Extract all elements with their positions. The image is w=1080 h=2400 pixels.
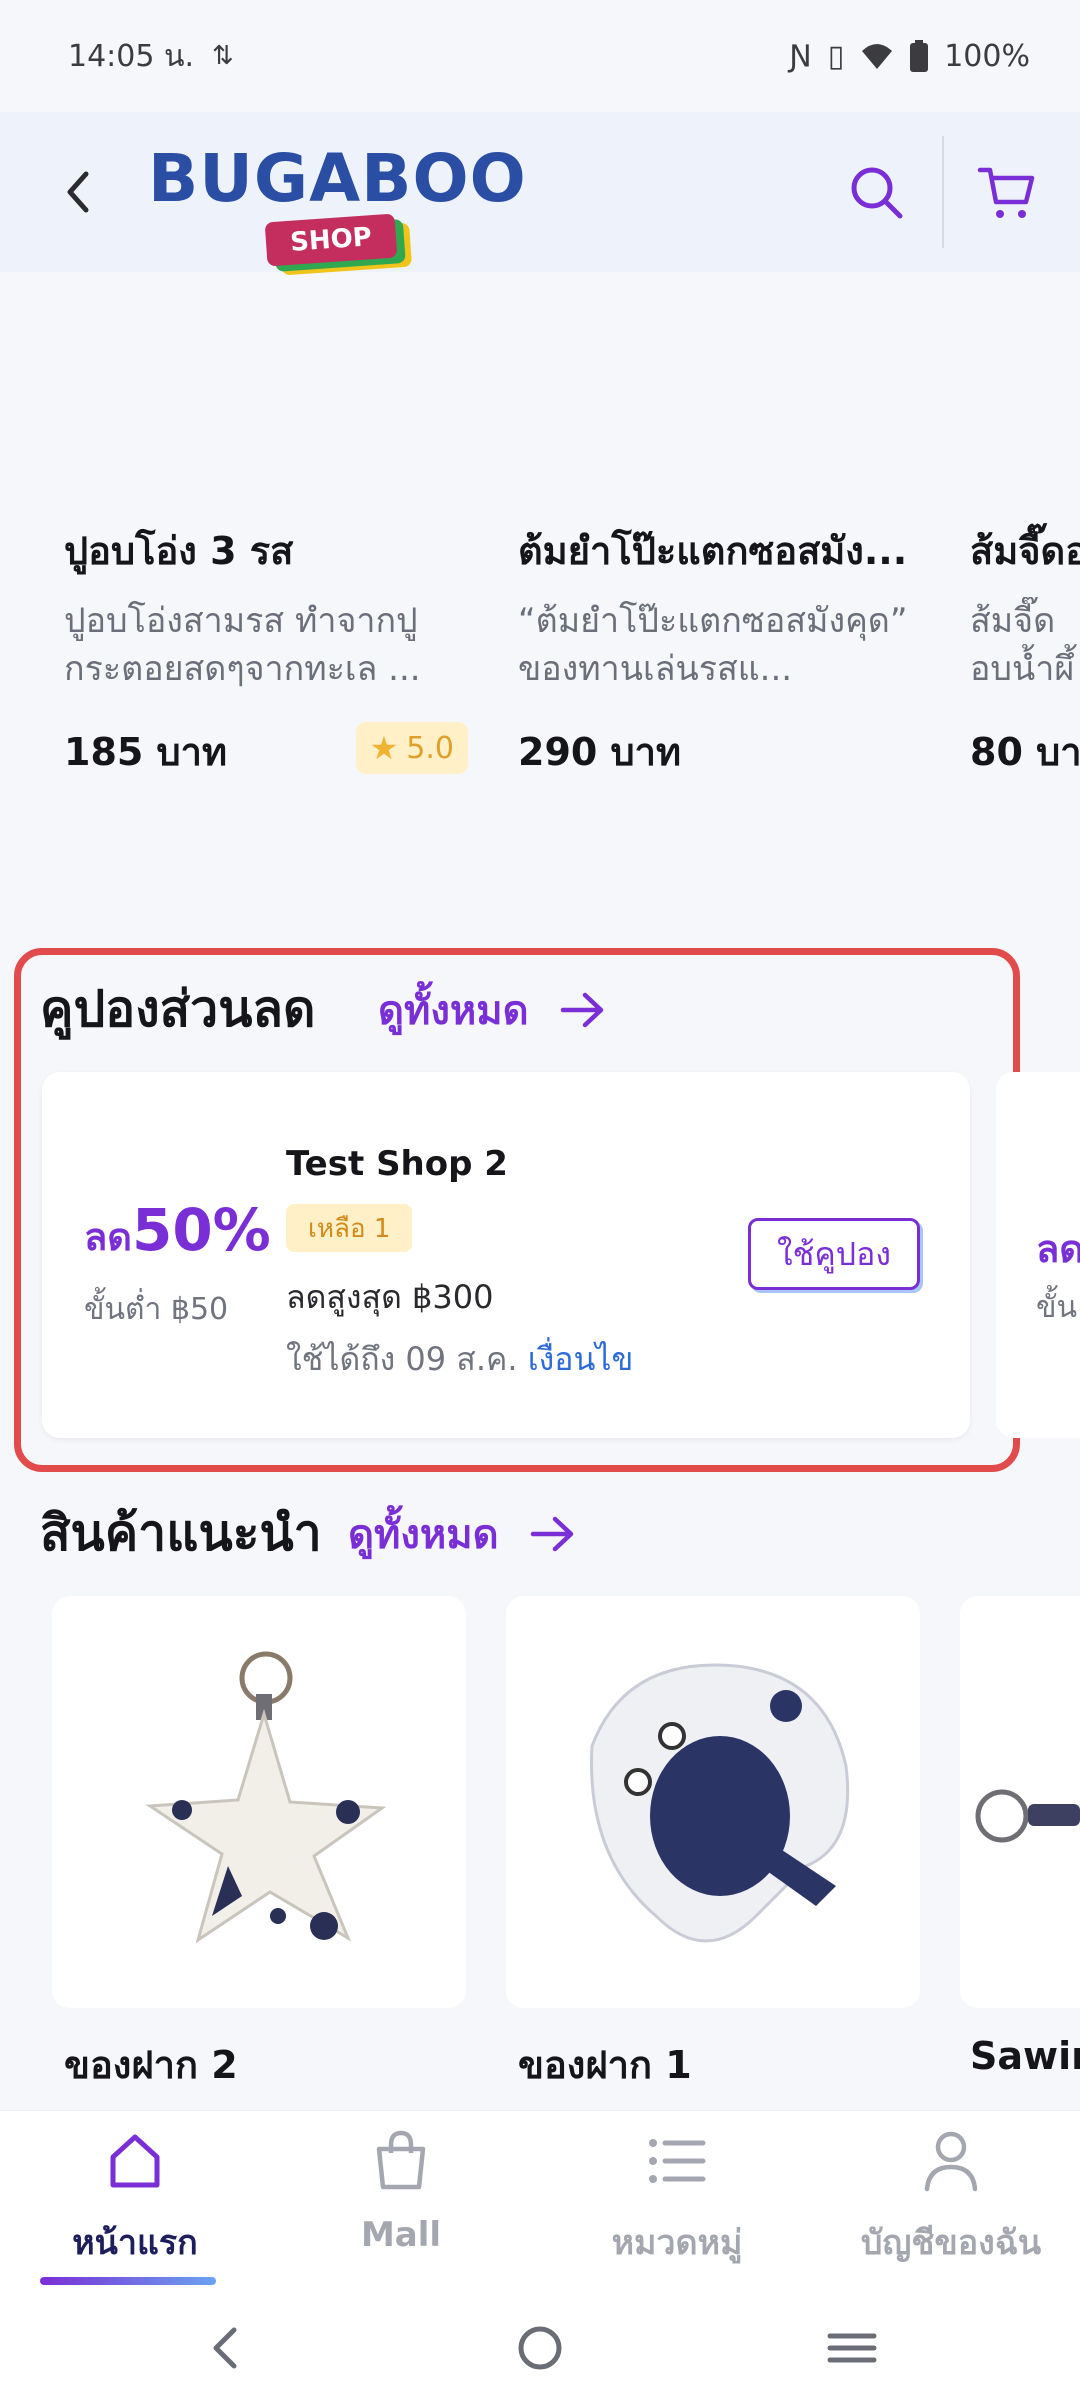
discount-prefix: ลด [1036,1227,1080,1271]
coupon-section-title: คูปองส่วนลด [40,980,316,1038]
wifi-icon [862,44,893,69]
product-card[interactable] [506,1596,920,2008]
coupon-minimum: ขั้น [1036,1290,1078,1325]
coupon-minimum: ขั้นต่ำ ฿50 [84,1292,229,1327]
coupon-card-next[interactable]: ลด ขั้น [996,1072,1080,1438]
product-description: “ต้มยำโป๊ะแตกซอสมังคุด” ของทานเล่นรสแ... [518,601,908,689]
battery-icon [910,40,929,72]
product-description: ส้มจี๊ดอบน้ำผึ้ [970,601,1075,689]
cart-icon[interactable] [976,162,1038,222]
coupon-shop-name: Test Shop 2 [286,1144,508,1184]
product-card[interactable] [960,1596,1080,2008]
stingray-plush-image [590,1663,850,1943]
use-coupon-button[interactable]: ใช้คูปอง [748,1218,920,1290]
product-name: ของฝาก 1 [518,2043,692,2087]
product-name: ของฝาก 2 [64,2043,238,2087]
coupon-validity: ใช้ได้ถึง 09 ส.ค. เงื่อนไข [286,1334,633,1385]
search-icon[interactable] [848,164,906,222]
user-icon [924,2131,978,2192]
nav-item-home[interactable]: หน้าแรก [0,2111,270,2293]
starfish-keychain-image [145,1651,387,1944]
conditions-link[interactable]: เงื่อนไข [528,1340,634,1378]
nav-item-categories[interactable]: หมวดหมู่ [542,2111,812,2293]
rating-value: 5.0 [406,730,454,766]
logo-text: BUGABOO [148,140,527,217]
nfc-icon: Ɲ [789,38,812,74]
system-home-icon[interactable] [514,2322,566,2374]
brand-logo[interactable]: BUGABOO SHOP [148,132,526,267]
system-back-icon[interactable] [200,2322,252,2374]
sync-icon: ⇅ [212,41,234,71]
nav-item-mall[interactable]: Mall [266,2111,536,2293]
product-name: Sawin [970,2034,1080,2078]
bottom-navigation: หน้าแรก Mall หมวดหมู่ บัญชีของฉัน [0,2110,1080,2292]
product-price: 80 บา [970,730,1080,774]
status-time: 14:05 น. [68,38,195,74]
system-navigation-bar [0,2292,1080,2400]
product-card[interactable] [52,1596,466,2008]
product-price: 290 บาท [518,730,682,774]
nav-label: Mall [360,2215,442,2255]
star-icon: ★ [369,729,399,767]
system-recents-icon[interactable] [826,2322,878,2374]
product-name: ปูอบโอ่ง 3 รส [64,529,294,573]
product-description: ปูอบโอ่งสามรส ทำจากปูกระตอยสดๆจากทะเล ..… [64,601,421,689]
product-strip-item[interactable]: ปูอบโอ่ง 3 รส ปูอบโอ่งสามรส ทำจากปูกระตอ… [64,520,468,782]
status-bar: 14:05 น. ⇅ Ɲ ▯ 100% [0,0,1080,112]
coupon-discount: ลด50% [84,1196,271,1267]
product-strip: ปูอบโอ่ง 3 รส ปูอบโอ่งสามรส ทำจากปูกระตอ… [0,520,1080,790]
back-icon[interactable] [54,164,104,220]
keychain-image [975,1789,1080,1843]
battery-level: 100% [944,38,1030,74]
remaining-badge: เหลือ 1 [286,1204,413,1252]
coupon-max-discount: ลดสูงสุด ฿300 [286,1278,494,1316]
discount-value: 50% [131,1196,271,1264]
discount-prefix: ลด [84,1215,132,1259]
arrow-right-icon [560,992,603,1028]
recommended-see-all-link[interactable]: ดูทั้งหมด [348,1502,577,1566]
see-all-label: ดูทั้งหมด [348,1512,499,1558]
app-bar: BUGABOO SHOP [0,112,1080,272]
coupon-card[interactable]: ลด50% ขั้นต่ำ ฿50 Test Shop 2 เหลือ 1 ลด… [42,1072,970,1438]
product-strip-item[interactable]: ต้มยำโป๊ะแตกซอสมัง... “ต้มยำโป๊ะแตกซอสมั… [518,520,910,782]
vibrate-icon: ▯ [827,38,845,74]
recommended-section-title: สินค้าแนะนำ [40,1504,322,1562]
list-icon [649,2139,706,2183]
home-icon [110,2134,160,2188]
shopping-bag-icon [376,2130,426,2190]
product-strip-item[interactable]: ส้มจี๊ดอ ส้มจี๊ดอบน้ำผึ้ 80 บา [970,520,1080,782]
valid-until: ใช้ได้ถึง 09 ส.ค. [286,1340,518,1378]
app-bar-divider [942,136,944,248]
nav-label: หน้าแรก [72,2223,198,2263]
arrow-right-icon [530,1516,573,1552]
nav-active-indicator [40,2277,216,2285]
nav-label: หมวดหมู่ [611,2223,743,2263]
see-all-label: ดูทั้งหมด [378,988,529,1034]
product-name: ต้มยำโป๊ะแตกซอสมัง... [518,529,908,573]
product-name: ส้มจี๊ดอ [970,529,1080,573]
logo-shop-tag: SHOP [264,213,398,267]
rating-badge: ★ 5.0 [355,722,468,774]
coupon-see-all-link[interactable]: ดูทั้งหมด [378,978,607,1042]
nav-label: บัญชีของฉัน [860,2223,1042,2263]
nav-item-account[interactable]: บัญชีของฉัน [816,2111,1080,2293]
